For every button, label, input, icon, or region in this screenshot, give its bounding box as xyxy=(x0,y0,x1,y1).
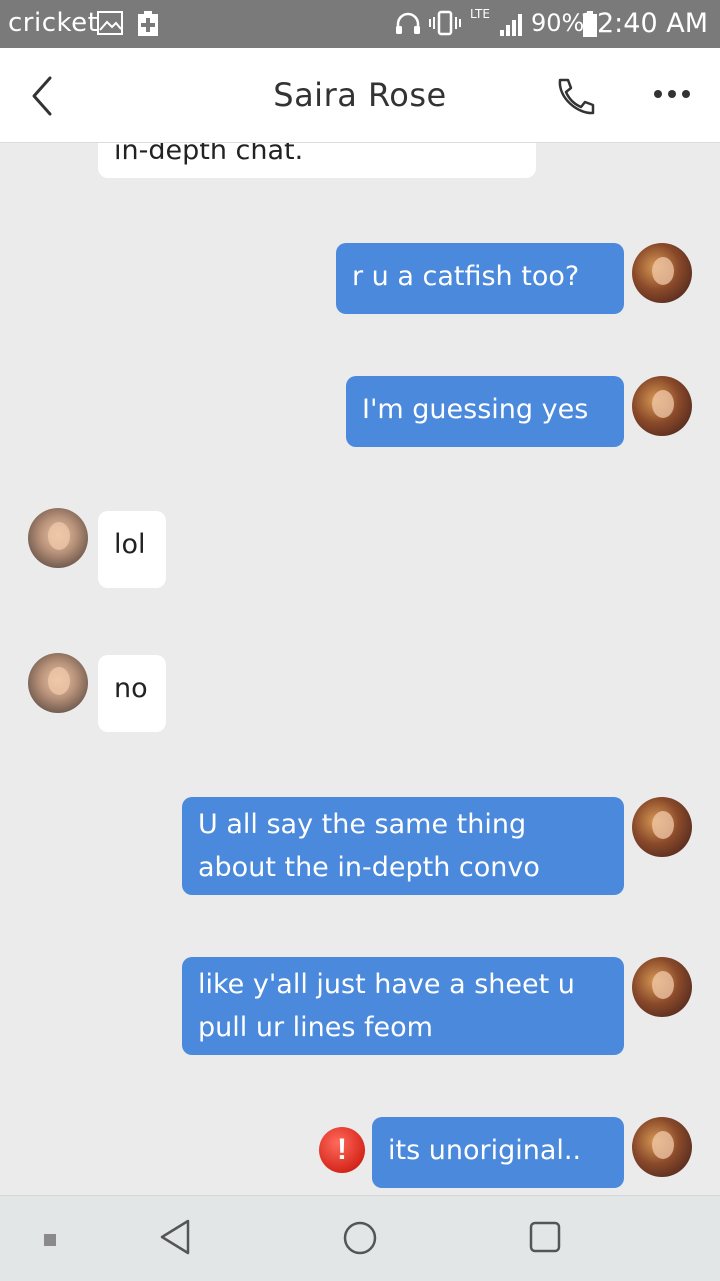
conversation-header: Saira Rose xyxy=(0,48,720,143)
message-text: its unoriginal.. xyxy=(388,1135,582,1166)
message-bubble-outgoing[interactable]: like y'all just have a sheet u pull ur l… xyxy=(182,957,624,1055)
message-text: lol xyxy=(114,529,146,560)
error-mark: ! xyxy=(337,1133,347,1166)
message-text: U all say the same thing about the in-de… xyxy=(198,809,540,883)
vibrate-icon xyxy=(428,10,462,40)
headphones-icon xyxy=(394,10,422,40)
signal-icon xyxy=(498,10,526,42)
message-bubble-outgoing[interactable]: I'm guessing yes xyxy=(346,376,624,447)
my-avatar[interactable] xyxy=(632,376,692,436)
carrier-name: cricket xyxy=(8,8,99,38)
system-nav-bar xyxy=(0,1195,720,1281)
nav-menu-icon[interactable] xyxy=(43,1232,57,1251)
clock: 12:40 AM xyxy=(579,8,708,39)
my-avatar[interactable] xyxy=(632,1117,692,1177)
my-avatar[interactable] xyxy=(632,243,692,303)
nav-home-icon[interactable] xyxy=(342,1220,378,1260)
message-text: like y'all just have a sheet u pull ur l… xyxy=(198,969,575,1043)
message-text: no xyxy=(114,673,148,704)
my-avatar[interactable] xyxy=(632,957,692,1017)
message-text: in-depth chat. xyxy=(114,143,304,166)
contact-avatar[interactable] xyxy=(28,508,88,568)
error-icon[interactable]: ! xyxy=(319,1127,365,1173)
nav-back-icon[interactable] xyxy=(158,1218,192,1260)
battery-percent: 90% xyxy=(531,9,585,37)
message-bubble-incoming[interactable]: in-depth chat. xyxy=(98,143,536,178)
message-bubble-outgoing[interactable]: r u a catfish too? xyxy=(336,243,624,314)
gallery-icon xyxy=(96,10,124,40)
message-text: r u a catfish too? xyxy=(352,261,580,292)
phone-icon[interactable] xyxy=(552,76,596,120)
message-bubble-incoming[interactable]: no xyxy=(98,655,166,732)
message-list[interactable]: in-depth chat. r u a catfish too? I'm gu… xyxy=(0,143,720,1195)
lte-label: LTE xyxy=(470,7,490,21)
message-bubble-outgoing-failed[interactable]: its unoriginal.. xyxy=(372,1117,624,1188)
battery-plus-icon xyxy=(136,10,160,42)
message-text: I'm guessing yes xyxy=(362,394,589,425)
more-dots-icon[interactable] xyxy=(652,86,692,105)
my-avatar[interactable] xyxy=(632,797,692,857)
contact-name: Saira Rose xyxy=(273,76,447,114)
nav-recents-icon[interactable] xyxy=(528,1220,562,1258)
status-bar: cricket LTE 90% 12:40 AM xyxy=(0,0,720,48)
message-bubble-outgoing[interactable]: U all say the same thing about the in-de… xyxy=(182,797,624,895)
message-bubble-incoming[interactable]: lol xyxy=(98,511,166,588)
contact-avatar[interactable] xyxy=(28,653,88,713)
